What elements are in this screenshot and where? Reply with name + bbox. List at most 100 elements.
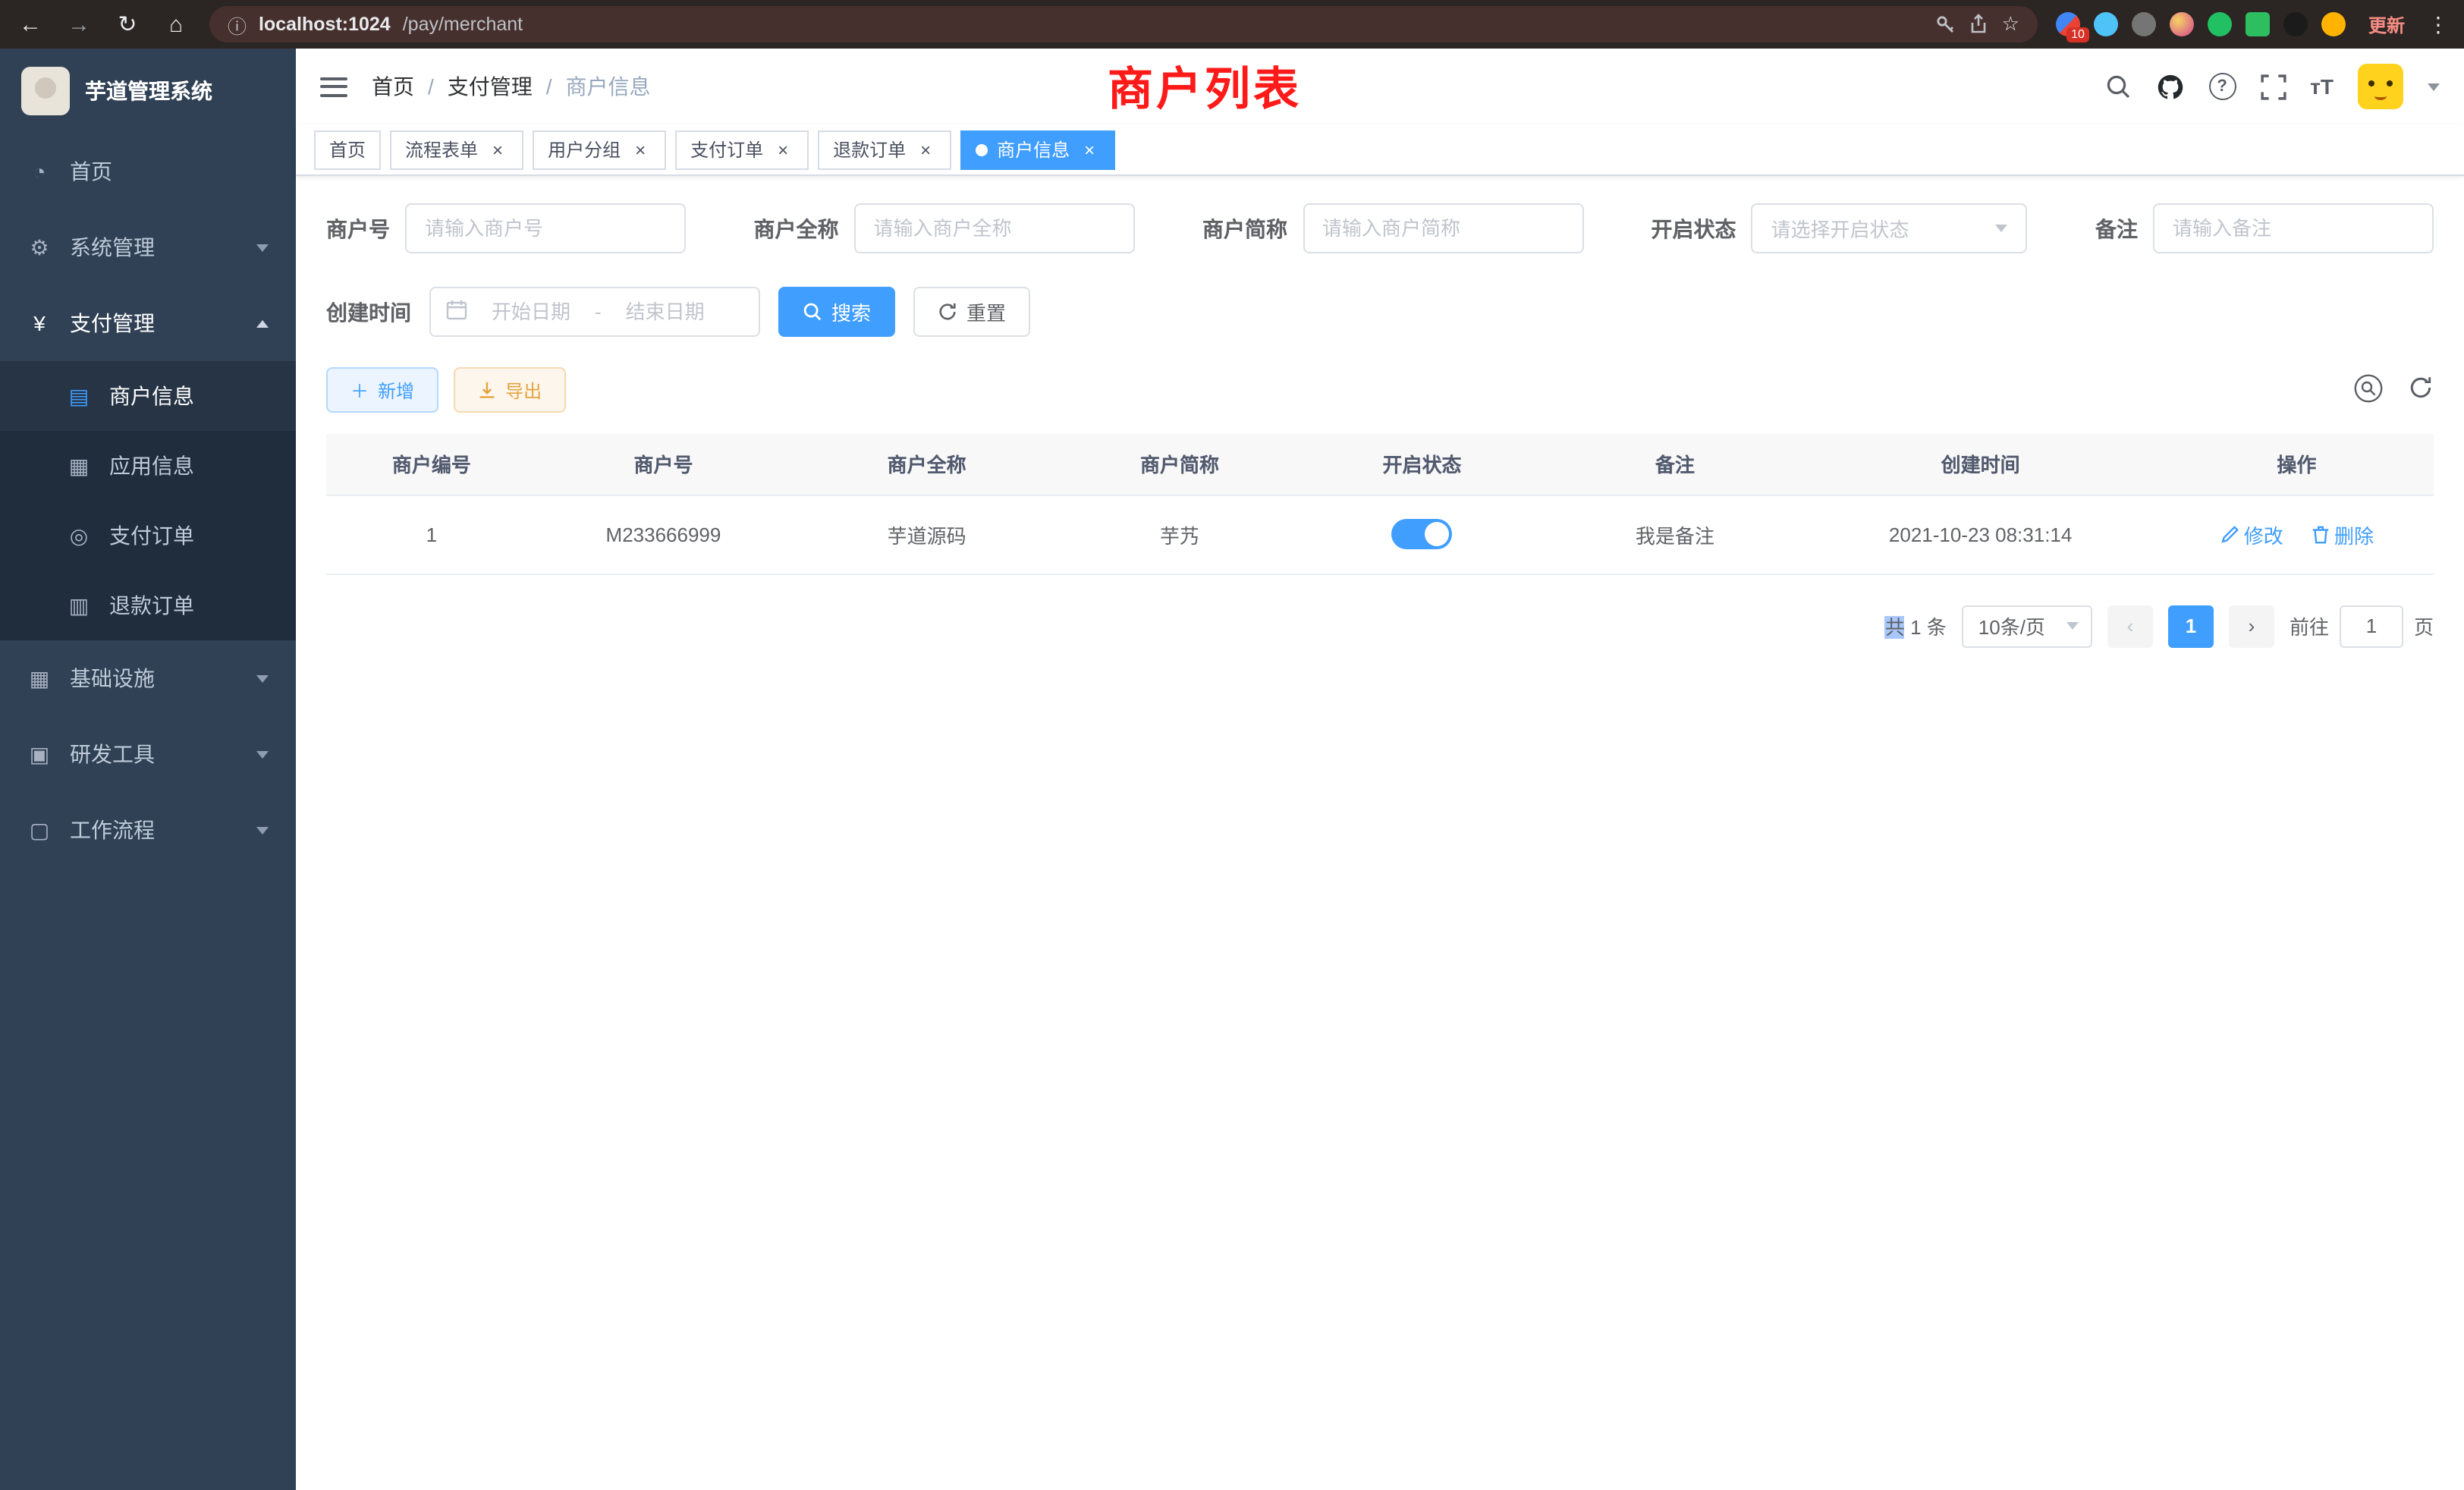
user-avatar[interactable] <box>2358 64 2403 109</box>
card-icon: ▤ <box>67 383 91 409</box>
tab-label: 流程表单 <box>405 137 478 162</box>
short-name-input[interactable] <box>1303 203 1583 253</box>
avatar-dropdown-caret-icon[interactable] <box>2428 83 2440 90</box>
address-bar[interactable]: ⓘ localhost:1024/pay/merchant ☆ <box>209 6 2038 42</box>
prev-page-button[interactable]: ‹ <box>2107 605 2153 647</box>
extension-icons: 10 更新 ⋮ <box>2056 8 2449 40</box>
col-status: 开启状态 <box>1296 434 1548 495</box>
tab-close-icon[interactable]: × <box>915 139 936 160</box>
site-info-icon[interactable]: ⓘ <box>228 10 247 39</box>
extension-icon[interactable] <box>2283 12 2308 36</box>
next-page-button[interactable]: › <box>2229 605 2274 647</box>
export-button[interactable]: 导出 <box>454 367 566 413</box>
fullscreen-icon[interactable] <box>2260 74 2286 99</box>
browser-back-icon[interactable]: ← <box>15 11 46 37</box>
extension-icon[interactable] <box>2094 12 2118 36</box>
chevron-up-icon <box>256 319 269 327</box>
toggle-search-icon[interactable] <box>2353 372 2384 407</box>
breadcrumb-separator: / <box>546 74 552 99</box>
tab-process-form[interactable]: 流程表单 × <box>390 130 523 169</box>
status-toggle[interactable] <box>1391 519 1452 549</box>
app-logo[interactable]: 芋道管理系统 <box>0 49 296 134</box>
tab-close-icon[interactable]: × <box>630 139 651 160</box>
sidebar-item-merchant-info[interactable]: ▤ 商户信息 <box>0 361 296 431</box>
sidebar-item-app-info[interactable]: ▦ 应用信息 <box>0 431 296 501</box>
sidebar-item-infrastructure[interactable]: ▦ 基础设施 <box>0 640 296 716</box>
server-icon: ▦ <box>27 665 52 691</box>
tab-label: 商户信息 <box>997 137 1070 162</box>
sidebar-item-devtools[interactable]: ▣ 研发工具 <box>0 716 296 792</box>
date-range-picker[interactable]: - <box>429 287 760 337</box>
sidebar-item-workflow[interactable]: ▢ 工作流程 <box>0 792 296 868</box>
add-button[interactable]: ＋ 新增 <box>326 367 438 413</box>
full-name-input[interactable] <box>854 203 1135 253</box>
search-button[interactable]: 搜索 <box>778 287 895 337</box>
date-separator: - <box>595 300 602 323</box>
share-icon[interactable] <box>1969 14 1990 35</box>
page-number-1[interactable]: 1 <box>2168 605 2214 647</box>
tab-close-icon[interactable]: × <box>1079 139 1100 160</box>
browser-menu-icon[interactable]: ⋮ <box>2428 11 2449 37</box>
annotation-merchant-list: 商户列表 <box>1108 52 1302 118</box>
create-time-label: 创建时间 <box>326 297 411 327</box>
extension-icon[interactable] <box>2246 12 2270 36</box>
tab-home[interactable]: 首页 <box>314 130 381 169</box>
date-end-input[interactable] <box>611 300 720 323</box>
extension-icon[interactable] <box>2132 12 2156 36</box>
page-size-select[interactable]: 10条/页 <box>1962 605 2092 647</box>
extension-icon[interactable] <box>2170 12 2194 36</box>
goto-page-input[interactable] <box>2340 605 2403 647</box>
password-key-icon[interactable] <box>1935 14 1956 35</box>
extension-icon[interactable]: 10 <box>2056 12 2080 36</box>
tags-view-bar: 首页 流程表单 × 用户分组× 支付订单 × 退款订单× 商户信息 × <box>296 124 2464 176</box>
browser-home-icon[interactable]: ⌂ <box>161 11 191 37</box>
merchant-no-input[interactable] <box>405 203 686 253</box>
tab-pay-order[interactable]: 支付订单 × <box>675 130 809 169</box>
tab-label: 首页 <box>329 137 366 162</box>
github-icon[interactable] <box>2155 72 2184 101</box>
breadcrumb-home[interactable]: 首页 <box>372 71 414 102</box>
extension-icon[interactable] <box>2208 12 2232 36</box>
sidebar-item-pay-order[interactable]: ◎ 支付订单 <box>0 501 296 571</box>
table-row: 1 M233666999 芋道源码 芋艿 我是备注 2021-10-23 08:… <box>326 495 2434 574</box>
sidebar-item-payment[interactable]: ¥ 支付管理 <box>0 285 296 361</box>
col-merchant-id: 商户编号 <box>326 434 537 495</box>
date-start-input[interactable] <box>476 300 586 323</box>
browser-toolbar: ← → ↻ ⌂ ⓘ localhost:1024/pay/merchant ☆ … <box>0 0 2464 49</box>
font-size-icon[interactable]: тT <box>2310 74 2334 99</box>
tab-close-icon[interactable]: × <box>772 139 794 160</box>
sidebar-item-label: 退款订单 <box>109 590 194 621</box>
breadcrumb-payment[interactable]: 支付管理 <box>448 71 533 102</box>
dashboard-icon: ◔ <box>27 159 52 184</box>
status-select[interactable]: 请选择开启状态 <box>1752 203 2028 253</box>
browser-forward-icon[interactable]: → <box>64 11 94 37</box>
help-icon[interactable]: ? <box>2208 73 2236 100</box>
delete-link[interactable]: 删除 <box>2310 520 2374 549</box>
extension-badge: 10 <box>2066 27 2089 42</box>
refresh-icon[interactable] <box>2408 375 2434 405</box>
tab-refund-order[interactable]: 退款订单× <box>818 130 951 169</box>
compass-icon: ◎ <box>67 523 91 549</box>
full-name-label: 商户全称 <box>754 213 839 244</box>
total-rest: 1 条 <box>1905 616 1947 639</box>
tab-merchant-info[interactable]: 商户信息 × <box>960 130 1115 169</box>
sidebar-toggle-icon[interactable] <box>320 77 347 96</box>
breadcrumb: 首页 / 支付管理 / 商户信息 <box>372 71 651 102</box>
reset-button[interactable]: 重置 <box>913 287 1030 337</box>
cell-merchant-no: M233666999 <box>537 495 790 574</box>
browser-reload-icon[interactable]: ↻ <box>112 11 143 38</box>
sidebar-item-label: 商户信息 <box>109 381 194 411</box>
extension-icon[interactable] <box>2321 12 2346 36</box>
search-icon[interactable] <box>2104 73 2131 100</box>
edit-link[interactable]: 修改 <box>2220 520 2283 549</box>
sidebar-menu: ◔ 首页 ⚙ 系统管理 ¥ 支付管理 ▤ 商户信息 <box>0 134 296 1490</box>
tab-user-group[interactable]: 用户分组× <box>533 130 666 169</box>
bookmark-star-icon[interactable]: ☆ <box>2002 12 2019 36</box>
sidebar-item-system[interactable]: ⚙ 系统管理 <box>0 209 296 285</box>
tab-close-icon[interactable]: × <box>487 139 508 160</box>
browser-update-button[interactable]: 更新 <box>2359 8 2414 40</box>
sidebar-item-refund-order[interactable]: ▥ 退款订单 <box>0 571 296 640</box>
remark-input[interactable] <box>2153 203 2434 253</box>
sidebar-item-home[interactable]: ◔ 首页 <box>0 134 296 209</box>
tab-label: 支付订单 <box>690 137 763 162</box>
